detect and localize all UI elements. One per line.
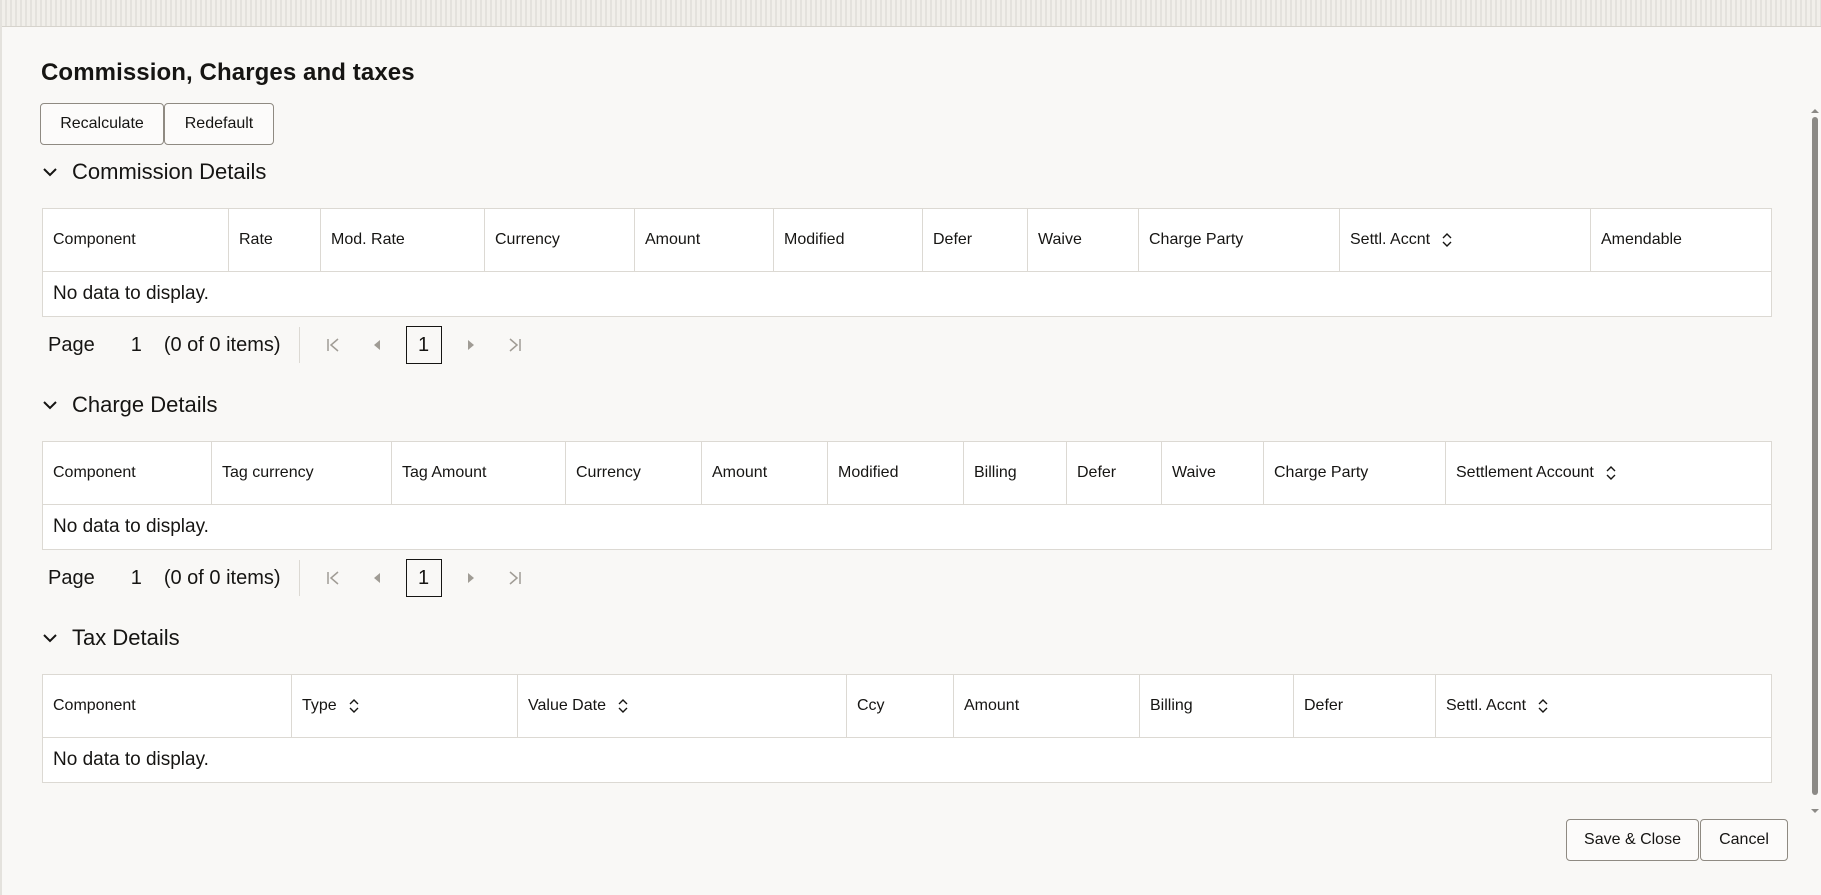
column-header-amendable[interactable]: Amendable	[1591, 209, 1771, 271]
empty-message: No data to display.	[53, 283, 209, 304]
charge-section-toggle[interactable]: Charge Details	[41, 392, 218, 418]
tax-table-header: Component Type Value Date Ccy Amount Bil…	[43, 675, 1771, 738]
column-header-modified[interactable]: Modified	[828, 442, 964, 504]
next-page-icon[interactable]	[456, 330, 486, 360]
next-page-icon[interactable]	[456, 563, 486, 593]
column-header-component[interactable]: Component	[43, 675, 292, 737]
chevron-down-icon	[43, 634, 57, 643]
sort-icon[interactable]	[1606, 466, 1616, 480]
column-header-amount[interactable]: Amount	[954, 675, 1140, 737]
column-header-type[interactable]: Type	[292, 675, 518, 737]
commission-pagination: Page 1 (0 of 0 items) 1	[48, 323, 544, 367]
page-label: Page	[48, 566, 95, 589]
column-header-component[interactable]: Component	[43, 442, 212, 504]
sort-icon[interactable]	[349, 699, 359, 713]
page-number: 1	[130, 566, 142, 589]
column-header-currency[interactable]: Currency	[485, 209, 635, 271]
cancel-button[interactable]: Cancel	[1700, 819, 1788, 861]
charge-table-header: Component Tag currency Tag Amount Curren…	[43, 442, 1771, 505]
column-header-defer[interactable]: Defer	[1294, 675, 1436, 737]
column-header-value-date[interactable]: Value Date	[518, 675, 847, 737]
charge-section-title: Charge Details	[72, 392, 218, 417]
tax-section-title: Tax Details	[72, 625, 180, 650]
column-header-component[interactable]: Component	[43, 209, 229, 271]
vertical-scrollbar[interactable]	[1809, 107, 1821, 815]
column-header-waive[interactable]: Waive	[1162, 442, 1264, 504]
commission-section-toggle[interactable]: Commission Details	[41, 159, 266, 185]
column-header-mod-rate[interactable]: Mod. Rate	[321, 209, 485, 271]
item-count: (0 of 0 items)	[163, 566, 281, 589]
column-header-charge-party[interactable]: Charge Party	[1264, 442, 1446, 504]
save-close-button[interactable]: Save & Close	[1566, 819, 1699, 861]
column-header-tag-amount[interactable]: Tag Amount	[392, 442, 566, 504]
empty-message: No data to display.	[53, 749, 209, 770]
column-header-tag-currency[interactable]: Tag currency	[212, 442, 392, 504]
commission-table-header: Component Rate Mod. Rate Currency Amount…	[43, 209, 1771, 272]
charge-pagination: Page 1 (0 of 0 items) 1	[48, 556, 544, 600]
column-header-rate[interactable]: Rate	[229, 209, 321, 271]
scroll-down-icon[interactable]	[1809, 807, 1821, 815]
first-page-icon[interactable]	[318, 330, 348, 360]
column-header-defer[interactable]: Defer	[1067, 442, 1162, 504]
sort-icon[interactable]	[1538, 699, 1548, 713]
redefault-button[interactable]: Redefault	[164, 103, 274, 145]
column-header-ccy[interactable]: Ccy	[847, 675, 954, 737]
recalculate-button[interactable]: Recalculate	[40, 103, 164, 145]
commission-table: Component Rate Mod. Rate Currency Amount…	[42, 208, 1772, 317]
scrollbar-thumb[interactable]	[1812, 117, 1818, 795]
dialog-title: Commission, Charges and taxes	[41, 59, 415, 86]
column-header-settl-accnt[interactable]: Settl. Accnt	[1340, 209, 1591, 271]
page-number: 1	[130, 333, 142, 356]
pager-divider	[298, 560, 300, 596]
commission-charges-dialog: Commission, Charges and taxes Recalculat…	[2, 26, 1821, 895]
commission-section-title: Commission Details	[72, 159, 267, 184]
column-header-waive[interactable]: Waive	[1028, 209, 1139, 271]
chevron-down-icon	[43, 401, 57, 410]
column-header-amount[interactable]: Amount	[702, 442, 828, 504]
column-header-currency[interactable]: Currency	[566, 442, 702, 504]
column-header-billing[interactable]: Billing	[964, 442, 1067, 504]
prev-page-icon[interactable]	[362, 563, 392, 593]
tax-section-toggle[interactable]: Tax Details	[41, 625, 180, 651]
column-header-settlement-account[interactable]: Settlement Account	[1446, 442, 1771, 504]
tax-table: Component Type Value Date Ccy Amount Bil…	[42, 674, 1772, 783]
sort-icon[interactable]	[1442, 233, 1452, 247]
last-page-icon[interactable]	[500, 563, 530, 593]
chevron-down-icon	[43, 168, 57, 177]
scroll-up-icon[interactable]	[1809, 107, 1821, 115]
empty-message: No data to display.	[53, 516, 209, 537]
column-header-settl-accnt[interactable]: Settl. Accnt	[1436, 675, 1771, 737]
prev-page-icon[interactable]	[362, 330, 392, 360]
charge-table: Component Tag currency Tag Amount Curren…	[42, 441, 1772, 550]
column-header-modified[interactable]: Modified	[774, 209, 923, 271]
sort-icon[interactable]	[618, 699, 628, 713]
first-page-icon[interactable]	[318, 563, 348, 593]
current-page-button[interactable]: 1	[405, 326, 442, 364]
pager-divider	[298, 327, 300, 363]
page-label: Page	[48, 333, 95, 356]
item-count: (0 of 0 items)	[163, 333, 281, 356]
last-page-icon[interactable]	[500, 330, 530, 360]
column-header-charge-party[interactable]: Charge Party	[1139, 209, 1340, 271]
column-header-amount[interactable]: Amount	[635, 209, 774, 271]
current-page-button[interactable]: 1	[405, 559, 442, 597]
column-header-billing[interactable]: Billing	[1140, 675, 1294, 737]
column-header-defer[interactable]: Defer	[923, 209, 1028, 271]
